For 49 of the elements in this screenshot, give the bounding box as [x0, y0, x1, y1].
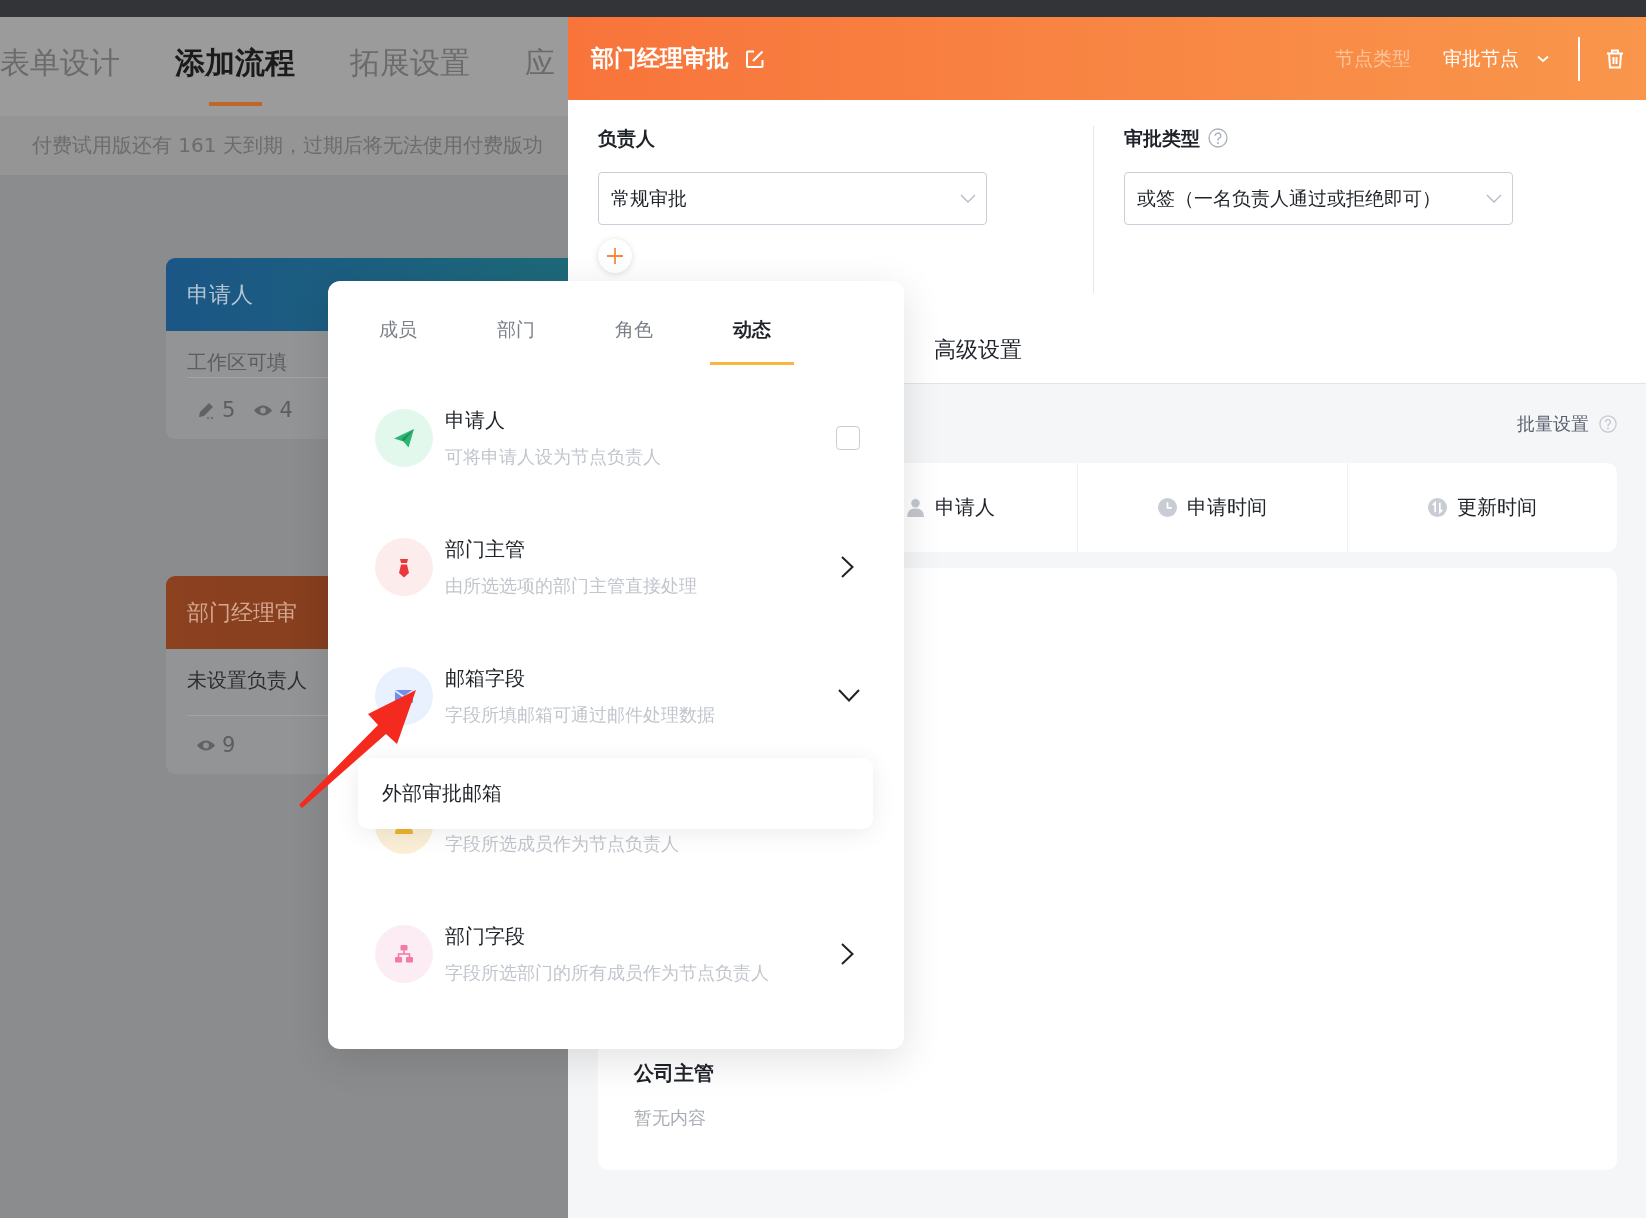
- batch-settings-link[interactable]: 批量设置: [1517, 412, 1589, 436]
- help-icon[interactable]: [1208, 128, 1228, 148]
- empty-text: 暂无内容: [634, 1106, 706, 1130]
- necktie-icon: [375, 537, 433, 596]
- field-label: 审批类型: [1124, 126, 1200, 151]
- chevron-down-icon[interactable]: [838, 689, 860, 702]
- eye-icon: [253, 403, 274, 417]
- column-header: 申请时间: [1187, 494, 1267, 521]
- dropdown-option[interactable]: 外部审批邮箱: [358, 758, 873, 829]
- picker-tab[interactable]: 角色: [592, 281, 676, 365]
- chevron-down-icon: [960, 193, 976, 204]
- trash-icon[interactable]: [1606, 48, 1624, 69]
- option-title[interactable]: 部门字段: [445, 921, 525, 950]
- plus-icon: [607, 248, 623, 264]
- help-icon[interactable]: [1599, 415, 1617, 433]
- option-title[interactable]: 申请人: [445, 405, 505, 434]
- column-header: 申请人: [935, 494, 995, 521]
- eye-icon: [196, 738, 216, 752]
- option-description: 字段所选成员作为节点负责人: [445, 831, 679, 856]
- paper-plane-icon: [375, 408, 433, 467]
- checkbox[interactable]: [836, 425, 860, 450]
- chevron-right-icon[interactable]: [841, 555, 854, 578]
- add-button[interactable]: [598, 239, 632, 273]
- person-icon: [906, 498, 925, 517]
- drawer-title: 部门经理审批: [591, 44, 729, 73]
- settings-tab[interactable]: 高级设置: [934, 335, 1022, 365]
- assignee-select[interactable]: 常规审批: [598, 172, 987, 225]
- up-down-arrows-icon: [1428, 498, 1447, 517]
- node-description: 未设置负责人: [187, 667, 307, 694]
- edit-icon[interactable]: [745, 48, 765, 69]
- column-header: 更新时间: [1457, 494, 1537, 521]
- option-description: 可将申请人设为节点负责人: [445, 444, 661, 469]
- node-type-label: 节点类型: [1335, 45, 1411, 71]
- picker-tab[interactable]: 动态: [710, 281, 794, 365]
- option-description: 字段所选部门的所有成员作为节点负责人: [445, 960, 769, 985]
- approval-type-select[interactable]: 或签（一名负责人通过或拒绝即可）: [1124, 172, 1513, 225]
- field-label: 负责人: [598, 126, 655, 151]
- chevron-down-icon: [1537, 54, 1549, 63]
- chevron-right-icon[interactable]: [841, 942, 854, 965]
- option-title[interactable]: 邮箱字段: [445, 663, 525, 692]
- option-title[interactable]: 部门主管: [445, 534, 525, 563]
- pencil-icon: [196, 400, 216, 420]
- page-tab[interactable]: 添加流程: [175, 43, 295, 106]
- option-description: 由所选选项的部门主管直接处理: [445, 573, 697, 598]
- option-description: 字段所填邮箱可通过邮件处理数据: [445, 702, 715, 727]
- clock-icon: [1158, 498, 1177, 517]
- group-title: 公司主管: [634, 1060, 714, 1087]
- org-chart-icon: [375, 924, 433, 983]
- chevron-down-icon: [1486, 193, 1502, 204]
